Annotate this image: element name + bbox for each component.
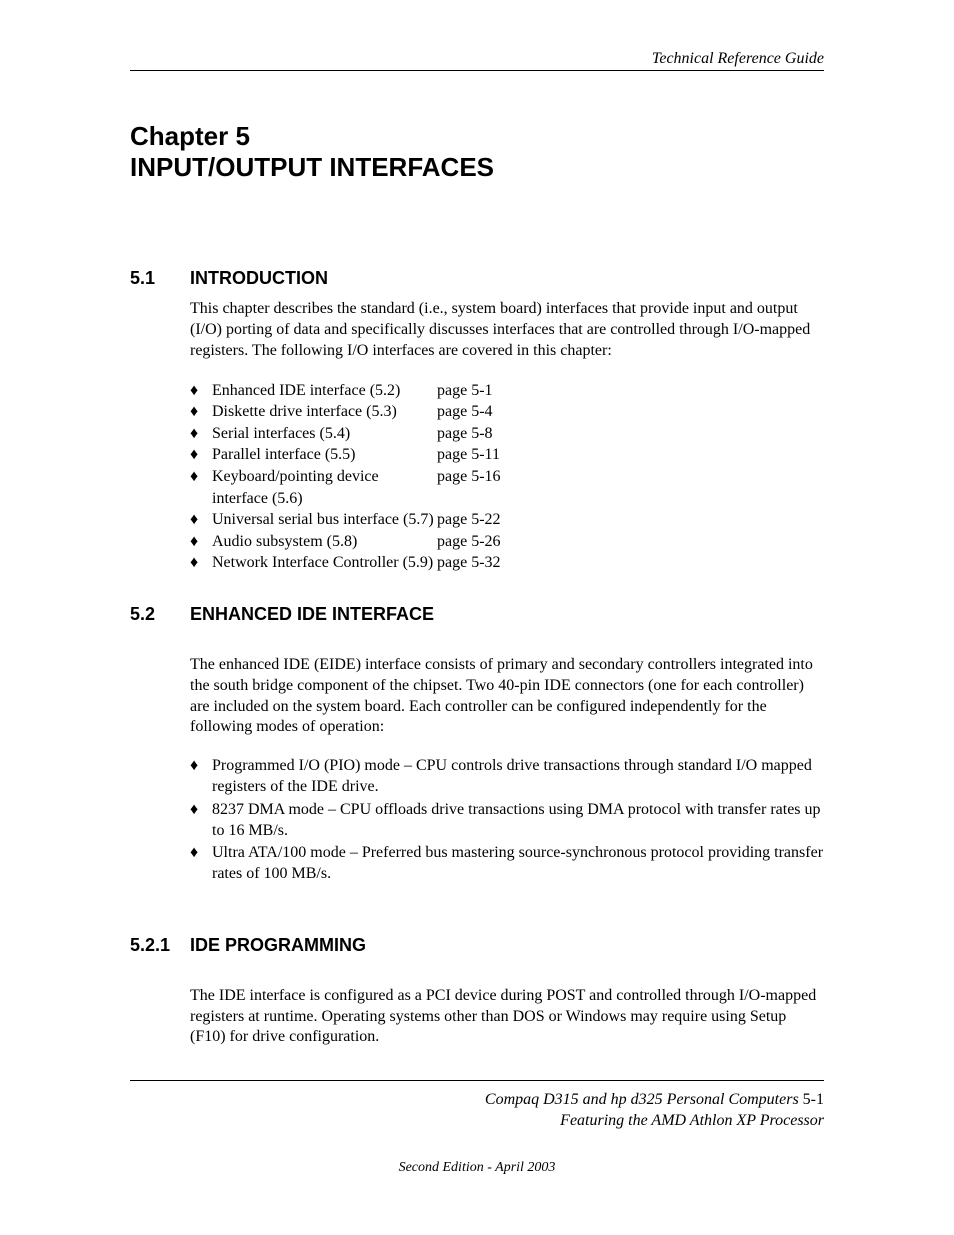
running-header: Technical Reference Guide — [130, 50, 824, 71]
toc-page: page 5-1 — [437, 380, 493, 402]
section-title: INTRODUCTION — [190, 268, 328, 289]
list-item: ♦ Network Interface Controller (5.9) pag… — [190, 552, 824, 574]
section-number: 5.2.1 — [130, 935, 190, 956]
page-number: 5-1 — [799, 1091, 824, 1108]
mode-text: 8237 DMA mode – CPU offloads drive trans… — [212, 800, 824, 842]
list-item: ♦ Ultra ATA/100 mode – Preferred bus mas… — [190, 843, 824, 885]
toc-page: page 5-22 — [437, 509, 501, 531]
toc-list: ♦ Enhanced IDE interface (5.2) page 5-1 … — [190, 380, 824, 574]
bullet-icon: ♦ — [190, 531, 212, 553]
bullet-icon: ♦ — [190, 444, 212, 466]
toc-label: Diskette drive interface (5.3) — [212, 401, 437, 423]
list-item: ♦ Programmed I/O (PIO) mode – CPU contro… — [190, 756, 824, 798]
section-title: IDE PROGRAMMING — [190, 935, 366, 956]
bullet-icon: ♦ — [190, 466, 212, 488]
section-number: 5.2 — [130, 604, 190, 625]
eide-paragraph: The enhanced IDE (EIDE) interface consis… — [190, 655, 824, 738]
section-heading-5-1: 5.1 INTRODUCTION — [130, 268, 824, 289]
list-item: ♦ Keyboard/pointing device interface (5.… — [190, 466, 824, 509]
bullet-icon: ♦ — [190, 423, 212, 445]
toc-page: page 5-32 — [437, 552, 501, 574]
intro-paragraph: This chapter describes the standard (i.e… — [190, 299, 824, 361]
bullet-icon: ♦ — [190, 756, 212, 777]
list-item: ♦ Enhanced IDE interface (5.2) page 5-1 — [190, 380, 824, 402]
toc-label: Keyboard/pointing device interface (5.6) — [212, 466, 437, 509]
toc-label: Audio subsystem (5.8) — [212, 531, 437, 553]
toc-page: page 5-11 — [437, 444, 500, 466]
mode-text: Ultra ATA/100 mode – Preferred bus maste… — [212, 843, 824, 885]
toc-label: Enhanced IDE interface (5.2) — [212, 380, 437, 402]
list-item: ♦ Universal serial bus interface (5.7) p… — [190, 509, 824, 531]
toc-page: page 5-8 — [437, 423, 493, 445]
toc-label: Network Interface Controller (5.9) — [212, 552, 437, 574]
section-heading-5-2-1: 5.2.1 IDE PROGRAMMING — [130, 935, 824, 956]
chapter-label: Chapter 5 — [130, 121, 824, 152]
section-title: ENHANCED IDE INTERFACE — [190, 604, 434, 625]
footer-rule — [130, 1080, 824, 1081]
section-number: 5.1 — [130, 268, 190, 289]
bullet-icon: ♦ — [190, 800, 212, 821]
bullet-icon: ♦ — [190, 380, 212, 402]
list-item: ♦ 8237 DMA mode – CPU offloads drive tra… — [190, 800, 824, 842]
toc-page: page 5-16 — [437, 466, 501, 488]
list-item: ♦ Parallel interface (5.5) page 5-11 — [190, 444, 824, 466]
mode-text: Programmed I/O (PIO) mode – CPU controls… — [212, 756, 824, 798]
bullet-icon: ♦ — [190, 843, 212, 864]
toc-label: Serial interfaces (5.4) — [212, 423, 437, 445]
section-heading-5-2: 5.2 ENHANCED IDE INTERFACE — [130, 604, 824, 625]
bullet-icon: ♦ — [190, 401, 212, 423]
footer-product: Compaq D315 and hp d325 Personal Compute… — [485, 1091, 799, 1108]
ide-programming-paragraph: The IDE interface is configured as a PCI… — [190, 986, 824, 1048]
chapter-title: INPUT/OUTPUT INTERFACES — [130, 152, 824, 183]
footer-subtitle: Featuring the AMD Athlon XP Processor — [130, 1111, 824, 1132]
chapter-heading: Chapter 5 INPUT/OUTPUT INTERFACES — [130, 121, 824, 183]
mode-list: ♦ Programmed I/O (PIO) mode – CPU contro… — [190, 756, 824, 885]
toc-label: Parallel interface (5.5) — [212, 444, 437, 466]
list-item: ♦ Audio subsystem (5.8) page 5-26 — [190, 531, 824, 553]
edition-note: Second Edition - April 2003 — [0, 1160, 954, 1176]
list-item: ♦ Serial interfaces (5.4) page 5-8 — [190, 423, 824, 445]
list-item: ♦ Diskette drive interface (5.3) page 5-… — [190, 401, 824, 423]
bullet-icon: ♦ — [190, 552, 212, 574]
bullet-icon: ♦ — [190, 509, 212, 531]
page-footer: Compaq D315 and hp d325 Personal Compute… — [130, 1090, 824, 1132]
toc-label: Universal serial bus interface (5.7) — [212, 509, 437, 531]
toc-page: page 5-4 — [437, 401, 493, 423]
toc-page: page 5-26 — [437, 531, 501, 553]
